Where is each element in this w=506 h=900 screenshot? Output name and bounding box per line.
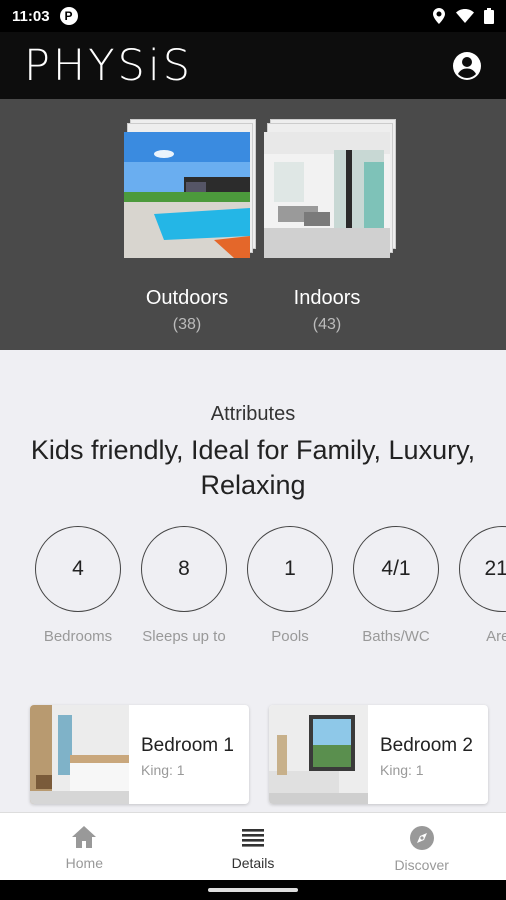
room-bed: King: 1 xyxy=(141,762,185,778)
stat-value: 4/1 xyxy=(353,526,439,612)
stat-baths: 4/1 Baths/WC xyxy=(346,526,446,645)
status-bar: 11:03 P xyxy=(0,0,506,32)
room-card-bedroom-2[interactable]: Bedroom 2 King: 1 xyxy=(269,705,488,804)
category-title: Indoors xyxy=(293,287,361,309)
location-icon xyxy=(433,8,445,24)
account-icon[interactable] xyxy=(452,51,482,81)
stat-value: 210 xyxy=(459,526,506,612)
outdoors-photo-stack xyxy=(124,119,256,259)
category-count: (38) xyxy=(172,316,202,333)
stat-pools: 1 Pools xyxy=(240,526,340,645)
nav-label: Discover xyxy=(394,857,449,873)
nav-home[interactable]: Home xyxy=(0,813,169,880)
bedroom-2-image xyxy=(269,705,368,804)
home-icon xyxy=(72,826,97,848)
indoors-living-room-image xyxy=(264,132,390,258)
notification-badge-icon: P xyxy=(59,7,78,25)
nav-details[interactable]: Details xyxy=(169,813,338,880)
bottom-navigation: Home Details Discover xyxy=(0,812,506,880)
status-icons xyxy=(432,8,494,24)
battery-icon xyxy=(484,8,494,24)
category-indoors[interactable]: Indoors (43) xyxy=(262,119,396,334)
stat-value: 8 xyxy=(141,526,227,612)
room-bed: King: 1 xyxy=(380,762,424,778)
stat-label: Area xyxy=(486,628,506,645)
category-count: (43) xyxy=(312,316,342,333)
bedroom-1-image xyxy=(30,705,129,804)
room-card-bedroom-1[interactable]: Bedroom 1 King: 1 xyxy=(30,705,249,804)
nav-label: Details xyxy=(231,855,275,871)
status-time: 11:03 xyxy=(12,7,50,25)
stat-value: 1 xyxy=(247,526,333,612)
outdoors-pool-image xyxy=(124,132,250,258)
system-gesture-area xyxy=(0,880,506,900)
app-bar: PHYSiS xyxy=(0,32,506,99)
attributes-text: Kids friendly, Ideal for Family, Luxury,… xyxy=(30,435,476,500)
stat-label: Baths/WC xyxy=(362,628,430,645)
nav-discover[interactable]: Discover xyxy=(337,813,506,880)
room-list: Bedroom 1 King: 1 Bedroom 2 King: 1 xyxy=(0,705,506,805)
attributes-label: Attributes xyxy=(210,403,296,425)
category-outdoors[interactable]: Outdoors (38) xyxy=(122,119,256,334)
gesture-handle[interactable] xyxy=(208,888,298,892)
stat-bedrooms: 4 Bedrooms xyxy=(28,526,128,645)
stat-area: 210 Area xyxy=(452,526,506,645)
compass-icon xyxy=(409,826,434,850)
stat-label: Pools xyxy=(271,628,309,645)
stat-value: 4 xyxy=(35,526,121,612)
stat-sleeps: 8 Sleeps up to xyxy=(134,526,234,645)
stat-label: Sleeps up to xyxy=(142,628,226,645)
nav-label: Home xyxy=(65,855,104,871)
list-icon xyxy=(242,829,264,847)
category-gallery: Outdoors (38) Indoors (43) xyxy=(0,99,506,350)
room-title: Bedroom 1 xyxy=(141,735,234,756)
room-title: Bedroom 2 xyxy=(380,735,473,756)
wifi-icon xyxy=(456,9,474,23)
stat-label: Bedrooms xyxy=(43,628,113,645)
property-stats[interactable]: 4 Bedrooms 8 Sleeps up to 1 Pools 4/1 Ba… xyxy=(0,526,506,656)
app-logo: PHYSiS xyxy=(24,40,194,91)
indoors-photo-stack xyxy=(264,119,396,259)
category-title: Outdoors xyxy=(145,287,229,309)
